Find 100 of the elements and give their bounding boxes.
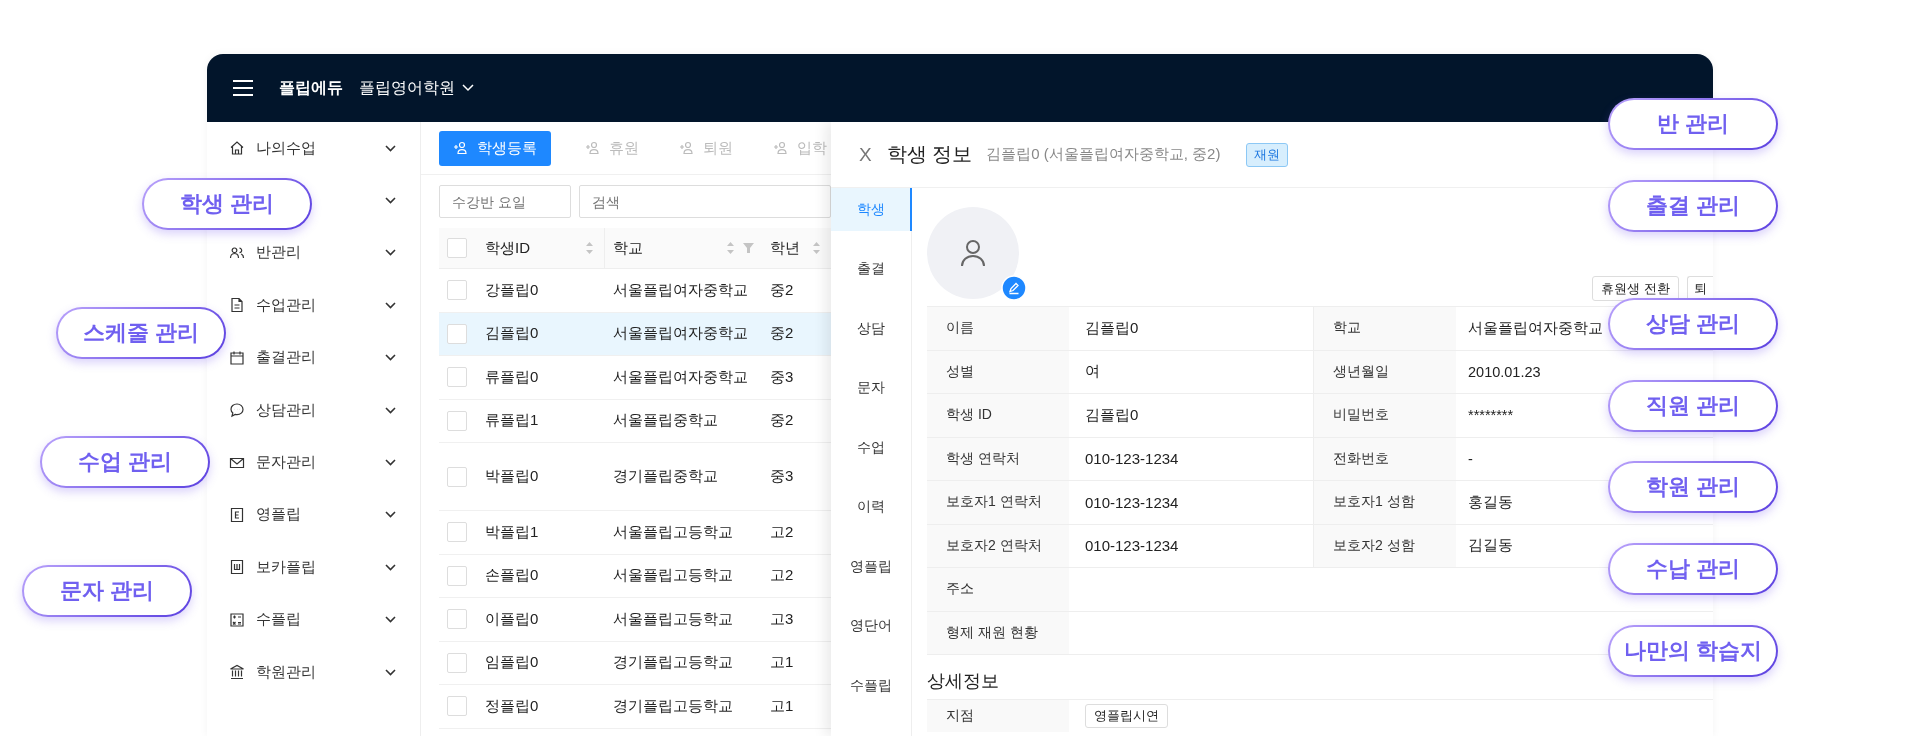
feature-callout: 학생 관리 — [142, 178, 312, 230]
feature-callout: 상담 관리 — [1608, 298, 1778, 350]
chevron-down-icon[interactable] — [385, 563, 396, 571]
feature-callout: 문자 관리 — [22, 565, 192, 617]
person-icon — [960, 239, 986, 267]
chevron-down-icon[interactable] — [385, 511, 396, 519]
field-value: 김길동 — [1468, 536, 1513, 556]
menu-icon[interactable] — [233, 80, 253, 96]
checkbox[interactable] — [447, 522, 467, 543]
feature-callout: 수업 관리 — [40, 436, 210, 488]
table-row[interactable]: 강플립0 서울플립여자중학교 중2 — [439, 269, 831, 313]
table-cell-text: 서울플립고등학교 — [612, 566, 734, 586]
panel-tab[interactable]: 이력 — [831, 485, 912, 529]
sort-icon[interactable] — [726, 241, 735, 255]
sidebar-item[interactable]: 출결관리 — [256, 348, 316, 368]
checkbox[interactable] — [447, 367, 467, 388]
chevron-down-icon[interactable] — [385, 144, 396, 152]
checkbox[interactable] — [447, 466, 467, 487]
panel-tab[interactable]: 영단어 — [831, 604, 912, 648]
sort-icon[interactable] — [812, 241, 821, 255]
panel-tab[interactable]: 상담 — [831, 307, 912, 350]
table-row[interactable]: 손플립0 서울플립고등학교 고2 — [439, 554, 831, 598]
checkbox[interactable] — [447, 565, 467, 586]
chevron-down-icon[interactable] — [385, 406, 396, 414]
table-row[interactable]: 박플립1 서울플립고등학교 고2 — [439, 511, 831, 555]
chevron-down-icon[interactable] — [385, 354, 396, 362]
field-value: 010-123-1234 — [1084, 492, 1180, 513]
sidebar-item[interactable]: 수플립 — [256, 610, 301, 630]
chevron-down-icon — [462, 84, 474, 92]
filter-icon[interactable] — [743, 243, 754, 253]
sidebar-item[interactable]: 영플립 — [256, 505, 301, 525]
table-row[interactable]: 임플립0 경기플립고등학교 고1 — [439, 641, 831, 685]
checkbox[interactable] — [447, 280, 467, 301]
field-label: 보호자1 연락처 — [927, 481, 1069, 524]
branch-tag: 영플립시연 — [1085, 704, 1168, 728]
sort-icon[interactable] — [585, 241, 594, 255]
feature-callout: 반 관리 — [1608, 98, 1778, 150]
table-cell-text: 경기플립고등학교 — [612, 696, 734, 716]
chevron-down-icon[interactable] — [385, 197, 396, 205]
filter-field[interactable]: 수강반 요일 — [439, 185, 571, 218]
sidebar-item[interactable]: 나의수업 — [256, 138, 316, 158]
action-button[interactable]: 퇴 — [1687, 276, 1713, 301]
table-row[interactable]: 박플립0 경기플립중학교 중3 — [439, 443, 831, 511]
checkbox[interactable] — [447, 652, 467, 673]
table-row[interactable]: 이플립0 서울플립고등학교 고3 — [439, 598, 831, 642]
table-cell-text: 임플립0 — [484, 653, 540, 673]
column-header: 학년 — [770, 238, 800, 258]
table-cell-text: 경기플립고등학교 — [612, 653, 734, 673]
table-cell-text: 이플립0 — [484, 609, 540, 629]
sidebar-item[interactable]: 문자관리 — [256, 453, 316, 473]
table-row[interactable]: 류플립0 서울플립여자중학교 중3 — [439, 356, 831, 400]
table-cell-text: 고3 — [769, 609, 795, 629]
academy-selector[interactable]: 플립영어학원 — [359, 77, 474, 99]
close-button[interactable]: X — [859, 143, 872, 166]
chat-icon — [229, 402, 245, 419]
table-cell-text: 김플립0 — [484, 324, 540, 344]
letter-e-icon — [229, 506, 245, 523]
sidebar-item[interactable]: 반관리 — [256, 243, 301, 263]
panel-title: 학생 정보 — [886, 142, 973, 167]
sidebar-item[interactable]: 보카플립 — [256, 557, 316, 577]
panel-tab[interactable]: 수업 — [831, 426, 912, 469]
sidebar-item[interactable]: 수업관리 — [256, 295, 316, 315]
checkbox[interactable] — [447, 410, 467, 431]
field-value: 김플립0 — [1084, 404, 1140, 425]
panel-tab[interactable]: 문자 — [831, 366, 912, 410]
action-button[interactable]: 휴원생 전환 — [1592, 276, 1679, 301]
field-value: 2010.01.23 — [1468, 363, 1541, 380]
chevron-down-icon[interactable] — [385, 459, 396, 467]
table-cell-text: 서울플립중학교 — [612, 411, 719, 431]
field-value: 서울플립여자중학교 — [1468, 318, 1603, 338]
field-label: 생년월일 — [1313, 350, 1456, 393]
chevron-down-icon[interactable] — [385, 301, 396, 309]
checkbox[interactable] — [447, 323, 467, 344]
chevron-down-icon[interactable] — [385, 616, 396, 624]
checkbox[interactable] — [447, 609, 467, 630]
table-cell-text: 중3 — [769, 367, 795, 387]
table-cell-text: 중3 — [769, 467, 795, 486]
panel-tab[interactable]: 수플립 — [831, 664, 912, 707]
table-cell-text: 경기플립중학교 — [612, 467, 719, 486]
sidebar-item[interactable]: 학원관리 — [256, 662, 316, 682]
checkbox[interactable] — [447, 238, 467, 258]
column-header: 학교 — [613, 238, 643, 258]
document-icon — [229, 297, 245, 314]
chevron-down-icon[interactable] — [385, 249, 396, 257]
table-cell-text: 고2 — [769, 566, 795, 586]
table-row[interactable]: 류플립1 서울플립중학교 중2 — [439, 399, 831, 443]
checkbox[interactable] — [447, 696, 467, 717]
panel-tab[interactable]: 출결 — [831, 247, 912, 291]
chevron-down-icon[interactable] — [385, 668, 396, 676]
table-cell-text: 정플립0 — [484, 696, 540, 716]
sidebar-item[interactable]: 상담관리 — [256, 400, 316, 420]
table-row[interactable]: 정플립0 경기플립고등학교 고1 — [439, 685, 831, 729]
person-icon — [773, 141, 789, 155]
table-row[interactable]: 김플립0 서울플립여자중학교 중2 — [439, 312, 831, 356]
panel-tab[interactable]: 영플립 — [831, 545, 912, 588]
edit-icon[interactable] — [1001, 275, 1027, 301]
person-icon — [453, 141, 469, 155]
table-cell-text: 류플립1 — [484, 411, 540, 431]
table-cell-text: 중2 — [769, 324, 795, 344]
filter-field[interactable]: 검색 — [579, 185, 831, 218]
